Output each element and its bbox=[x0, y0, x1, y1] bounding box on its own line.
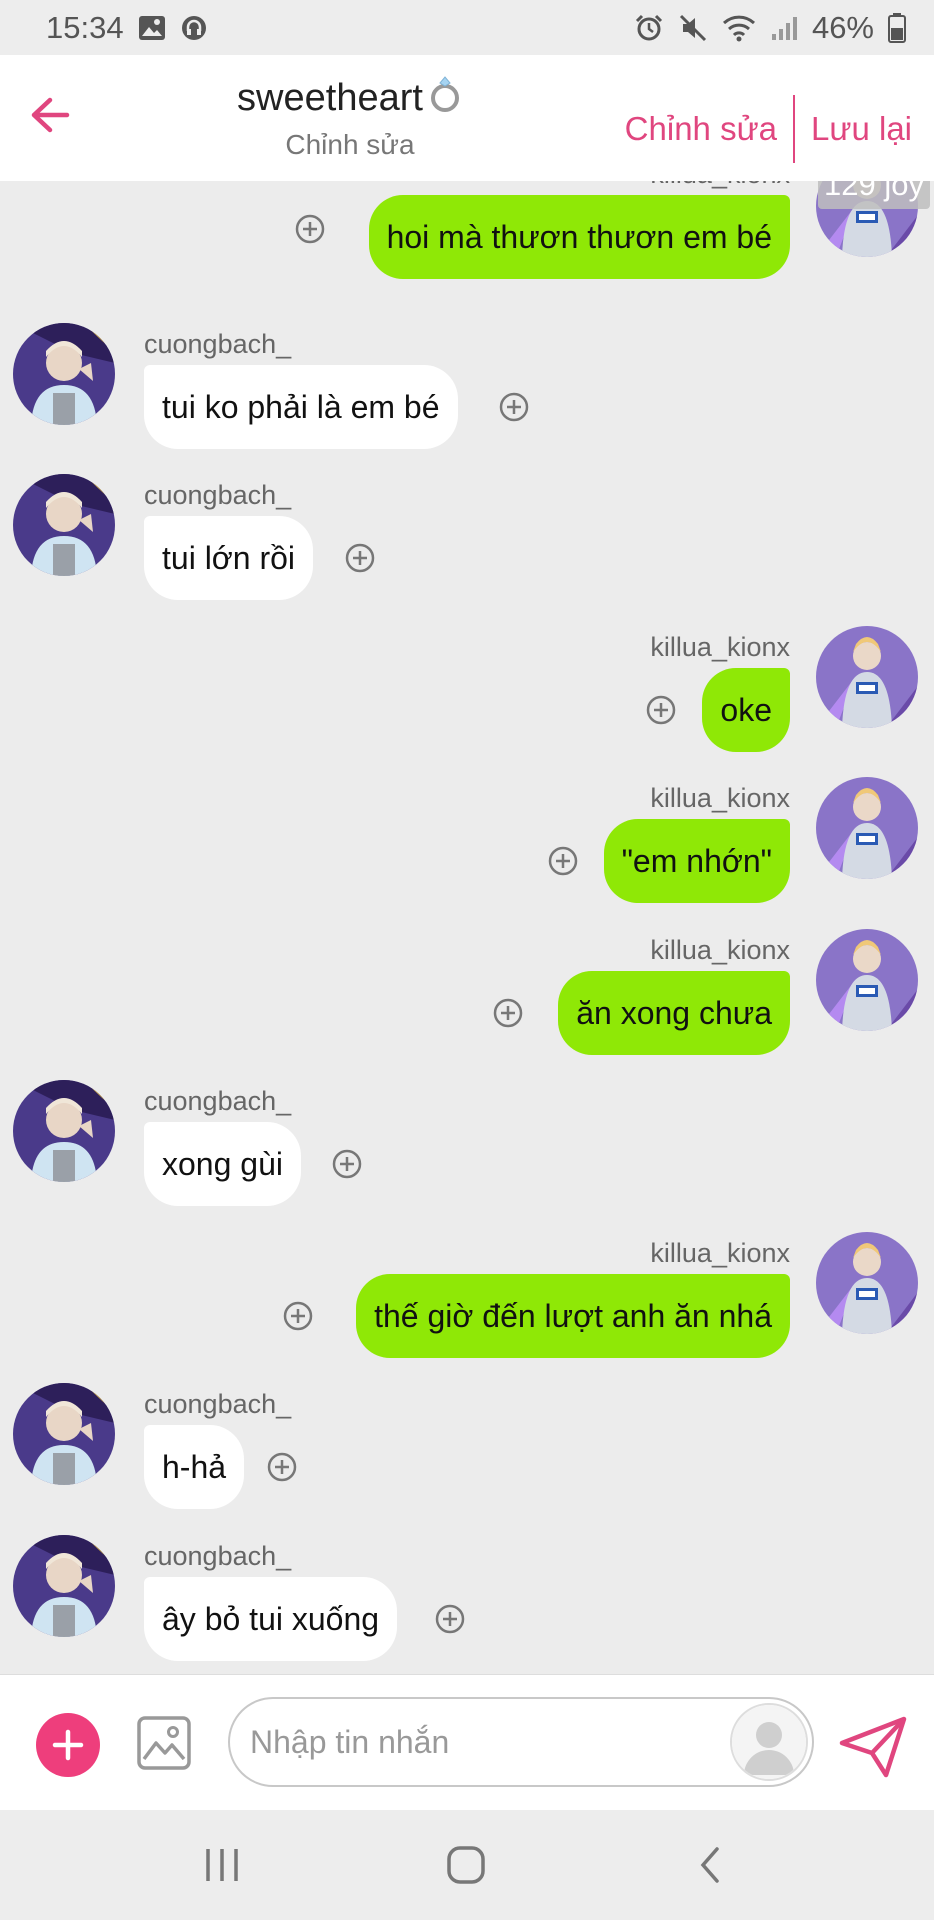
message-username: killua_kionx bbox=[650, 1238, 790, 1268]
message-input[interactable] bbox=[250, 1699, 730, 1785]
back-icon bbox=[700, 1847, 719, 1883]
nav-back-button[interactable] bbox=[680, 1840, 740, 1890]
chat-header: sweetheart Chỉnh sửa Chỉnh sửa Lưu lại bbox=[0, 55, 934, 181]
gallery-button[interactable] bbox=[136, 1715, 192, 1771]
system-nav-bar bbox=[0, 1810, 934, 1920]
home-icon bbox=[447, 1846, 485, 1884]
message-item: cuongbach_ xong gùi bbox=[0, 1080, 934, 1220]
wifi-icon bbox=[722, 14, 756, 42]
avatar[interactable] bbox=[816, 1232, 918, 1334]
chat-title-block: sweetheart Chỉnh sửa bbox=[190, 73, 510, 161]
message-item: killua_kionx ăn xong chưa bbox=[0, 929, 934, 1069]
message-item: killua_kionx thế giờ đến lượt anh ăn nhá bbox=[0, 1232, 934, 1372]
message-username: killua_kionx bbox=[650, 783, 790, 813]
message-bubble[interactable]: tui ko phải là em bé bbox=[144, 365, 458, 449]
message-input-wrapper bbox=[228, 1697, 814, 1787]
image-icon bbox=[137, 1716, 191, 1770]
message-username: killua_kionx bbox=[650, 935, 790, 965]
avatar[interactable] bbox=[816, 929, 918, 1031]
back-button[interactable] bbox=[28, 93, 72, 137]
message-item: cuongbach_ tui ko phải là em bé bbox=[0, 323, 934, 463]
message-item: cuongbach_ ây bỏ tui xuống bbox=[0, 1535, 934, 1674]
avatar[interactable] bbox=[13, 474, 115, 576]
ring-icon bbox=[427, 73, 463, 123]
avatar[interactable] bbox=[13, 323, 115, 425]
battery-icon bbox=[888, 12, 906, 43]
message-username: cuongbach_ bbox=[144, 480, 292, 510]
recents-icon bbox=[206, 1849, 238, 1881]
save-button[interactable]: Lưu lại bbox=[811, 110, 912, 148]
joy-badge: 129 joy bbox=[818, 181, 930, 209]
chat-subtitle: Chỉnh sửa bbox=[285, 129, 415, 160]
image-icon bbox=[138, 15, 166, 41]
message-item: cuongbach_ tui lớn rồi bbox=[0, 474, 934, 614]
headphones-icon bbox=[180, 14, 208, 42]
message-username: killua_kionx bbox=[650, 181, 790, 190]
arrow-left-icon bbox=[31, 97, 70, 133]
add-attachment-button[interactable] bbox=[36, 1713, 100, 1777]
add-reaction-icon[interactable] bbox=[492, 997, 524, 1029]
message-username: killua_kionx bbox=[650, 632, 790, 662]
message-username: cuongbach_ bbox=[144, 1389, 292, 1419]
message-username: cuongbach_ bbox=[144, 1541, 292, 1571]
message-item: cuongbach_ h-hả bbox=[0, 1383, 934, 1523]
add-reaction-icon[interactable] bbox=[547, 845, 579, 877]
signal-icon bbox=[770, 14, 798, 42]
home-button[interactable] bbox=[436, 1840, 496, 1890]
avatar[interactable] bbox=[13, 1383, 115, 1485]
add-reaction-icon[interactable] bbox=[294, 213, 326, 245]
plus-icon bbox=[52, 1729, 84, 1761]
message-bubble[interactable]: hoi mà thươn thươn em bé bbox=[368, 195, 790, 279]
avatar[interactable] bbox=[13, 1080, 115, 1182]
user-avatar-placeholder-icon[interactable] bbox=[730, 1703, 808, 1781]
message-bubble[interactable]: oke bbox=[702, 668, 790, 752]
avatar[interactable] bbox=[13, 1535, 115, 1637]
message-bubble[interactable]: "em nhớn" bbox=[603, 819, 790, 903]
add-reaction-icon[interactable] bbox=[434, 1603, 466, 1635]
status-time: 15:34 bbox=[46, 9, 124, 45]
add-reaction-icon[interactable] bbox=[645, 694, 677, 726]
status-bar: 15:34 46% bbox=[0, 0, 934, 55]
mute-icon bbox=[678, 13, 708, 43]
edit-button[interactable]: Chỉnh sửa bbox=[625, 110, 777, 148]
add-reaction-icon[interactable] bbox=[344, 542, 376, 574]
message-composer bbox=[0, 1674, 934, 1810]
message-bubble[interactable]: tui lớn rồi bbox=[144, 516, 314, 600]
avatar[interactable] bbox=[816, 777, 918, 879]
message-bubble[interactable]: ăn xong chưa bbox=[558, 971, 790, 1055]
add-reaction-icon[interactable] bbox=[282, 1300, 314, 1332]
alarm-icon bbox=[634, 13, 664, 43]
avatar[interactable] bbox=[816, 626, 918, 728]
recents-button[interactable] bbox=[192, 1840, 252, 1890]
message-bubble[interactable]: xong gùi bbox=[144, 1122, 301, 1206]
message-item: killua_kionx hoi mà thươn thươn em bé 12… bbox=[0, 181, 934, 291]
message-list[interactable]: killua_kionx hoi mà thươn thươn em bé 12… bbox=[0, 181, 934, 1674]
battery-percent: 46% bbox=[811, 9, 874, 45]
message-username: cuongbach_ bbox=[144, 329, 292, 359]
add-reaction-icon[interactable] bbox=[266, 1451, 298, 1483]
add-reaction-icon[interactable] bbox=[331, 1148, 363, 1180]
send-icon bbox=[839, 1716, 907, 1778]
message-bubble[interactable]: ây bỏ tui xuống bbox=[144, 1577, 398, 1661]
message-item: killua_kionx "em nhớn" bbox=[0, 777, 934, 917]
add-reaction-icon[interactable] bbox=[498, 391, 530, 423]
message-bubble[interactable]: h-hả bbox=[144, 1425, 245, 1509]
message-username: cuongbach_ bbox=[144, 1086, 292, 1116]
send-button[interactable] bbox=[838, 1715, 908, 1779]
chat-title: sweetheart bbox=[237, 76, 423, 119]
message-item: killua_kionx oke bbox=[0, 626, 934, 766]
header-divider bbox=[793, 95, 796, 163]
message-bubble[interactable]: thế giờ đến lượt anh ăn nhá bbox=[356, 1274, 790, 1358]
